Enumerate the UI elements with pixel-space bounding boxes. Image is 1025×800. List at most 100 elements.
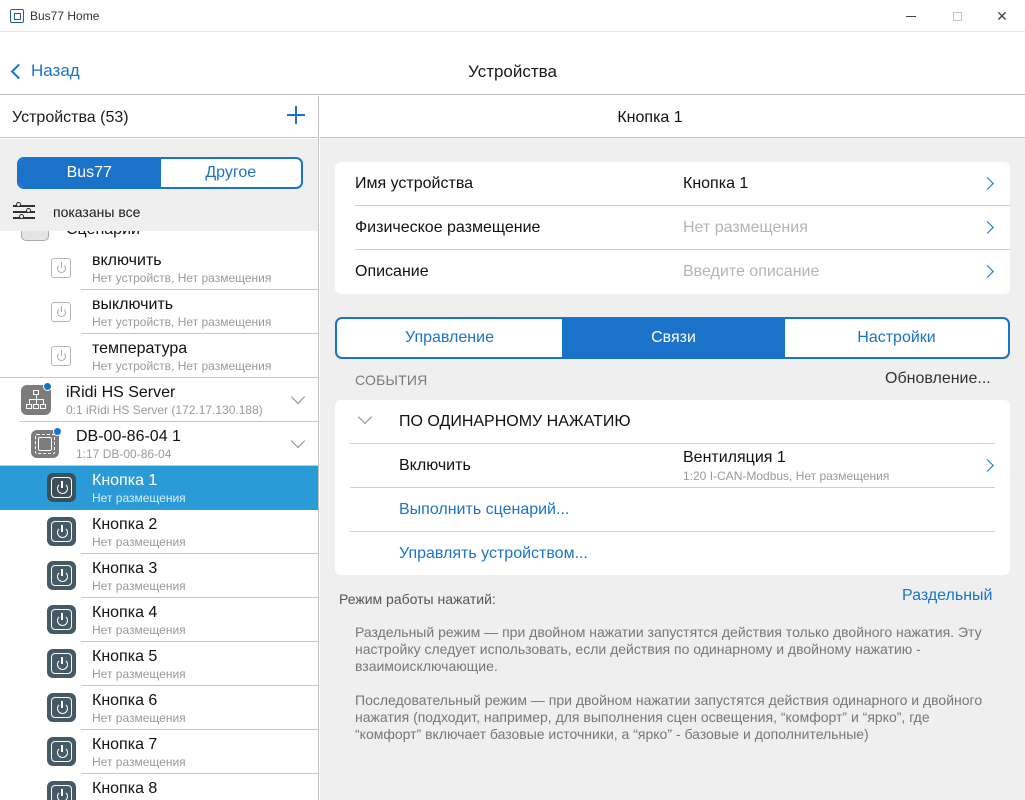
power-icon [51,302,71,322]
list-item[interactable]: температура Нет устройств, Нет размещени… [0,334,318,378]
property-value: Кнопка 1 [683,175,749,192]
sliders-icon [13,202,35,221]
events-card: ПО ОДИНАРНОМУ НАЖАТИЮ Включить Вентиляци… [335,400,1010,575]
power-icon [47,561,76,590]
power-icon [47,737,76,766]
chevron-right-icon [981,459,994,472]
list-item-button-2[interactable]: Кнопка 2 Нет размещения [0,510,318,554]
close-button[interactable]: ✕ [979,0,1025,32]
list-item-subtitle: Нет размещения [92,755,186,769]
device-detail-panel: Кнопка 1 Имя устройства Кнопка 1 Физичес… [320,96,1025,800]
run-scenario-link[interactable]: Выполнить сценарий... [350,488,1010,532]
list-item[interactable]: выключить Нет устройств, Нет размещения [0,290,318,334]
chevron-right-icon [981,221,994,234]
close-icon: ✕ [996,7,1008,24]
control-device-link[interactable]: Управлять устройством... [350,532,1010,576]
list-item-button-6[interactable]: Кнопка 6 Нет размещения [0,686,318,730]
list-item-title: Кнопка 3 [92,560,158,577]
property-row-description[interactable]: Описание Введите описание [335,250,1010,294]
list-item-subtitle: Нет устройств, Нет размещения [92,359,272,373]
mode-description-sequential: Последовательный режим — при двойном наж… [355,692,983,742]
list-item-button-3[interactable]: Кнопка 3 Нет размещения [0,554,318,598]
power-icon [47,781,76,800]
power-icon [47,605,76,634]
list-item-title: iRidi HS Server [66,384,176,401]
list-item-subtitle: Нет размещения [92,711,186,725]
tab-control[interactable]: Управление [337,319,562,357]
list-item-button-7[interactable]: Кнопка 7 Нет размещения [0,730,318,774]
list-item-title: Кнопка 2 [92,516,158,533]
minimize-button[interactable] [888,0,934,32]
list-item-subtitle: Нет размещения [92,623,186,637]
scenarios-icon [21,231,49,241]
power-icon [47,517,76,546]
source-segmented-control: Bus77 Другое [17,157,303,189]
list-item-subtitle: Нет размещения [92,667,186,681]
event-group-single-press[interactable]: ПО ОДИНАРНОМУ НАЖАТИЮ [350,400,1010,444]
press-mode-label: Режим работы нажатий: [339,591,496,607]
property-key: Физическое размещение [355,219,541,236]
list-item-title: Кнопка 5 [92,648,158,665]
property-row-location[interactable]: Физическое размещение Нет размещения [335,206,1010,250]
list-item-title: Кнопка 4 [92,604,158,621]
detail-header: Кнопка 1 [320,96,1025,138]
press-mode-value[interactable]: Раздельный [902,587,993,605]
events-section-title: СОБЫТИЯ [355,372,428,388]
power-icon [51,346,71,366]
chevron-down-icon [357,409,373,425]
list-item-subtitle: Нет размещения [92,535,186,549]
list-item-button-1[interactable]: Кнопка 1 Нет размещения [0,466,318,510]
detail-tabs: Управление Связи Настройки [335,317,1010,359]
maximize-icon [952,11,962,21]
event-action-row[interactable]: Включить Вентиляция 1 1:20 I-CAN-Modbus,… [350,444,1010,488]
chevron-right-icon [981,177,994,190]
segment-bus77[interactable]: Bus77 [19,159,160,187]
tab-settings[interactable]: Настройки [784,319,1008,357]
app-icon [10,9,24,23]
event-action-label: Включить [399,457,471,474]
property-row-name[interactable]: Имя устройства Кнопка 1 [335,162,1010,206]
device-list-panel: Устройства (53) Bus77 Другое показаны вс… [0,96,319,800]
properties-card: Имя устройства Кнопка 1 Физическое разме… [335,162,1010,294]
list-item-title: DB-00-86-04 1 [76,428,181,445]
list-item-button-4[interactable]: Кнопка 4 Нет размещения [0,598,318,642]
status-dot [53,427,62,436]
list-item-scenarios-group[interactable]: Сценарии [0,231,318,245]
list-item-title: Кнопка 8 [92,780,158,797]
property-key: Имя устройства [355,175,474,192]
tab-links[interactable]: Связи [562,319,784,357]
list-item-button-5[interactable]: Кнопка 5 Нет размещения [0,642,318,686]
control-device-label: Управлять устройством... [399,545,588,562]
list-item-subtitle: Нет размещения [92,491,186,505]
add-device-button[interactable] [287,104,305,124]
list-item-subtitle: Нет устройств, Нет размещения [92,271,272,285]
list-item-button-8[interactable]: Кнопка 8 [0,774,318,800]
filter-button[interactable]: показаны все [13,202,141,221]
list-item-title: выключить [92,296,174,313]
chevron-down-icon[interactable] [290,389,306,405]
filter-status: показаны все [53,204,141,220]
list-item-subtitle: 0:1 iRidi HS Server (172.17.130.188) [66,403,263,417]
maximize-button[interactable] [934,0,980,32]
list-item-module[interactable]: DB-00-86-04 1 1:17 DB-00-86-04 [0,422,318,466]
segment-other[interactable]: Другое [159,159,302,187]
power-icon [47,649,76,678]
power-icon [47,473,76,502]
mode-description-separate: Раздельный режим — при двойном нажатии з… [355,624,982,674]
run-scenario-label: Выполнить сценарий... [399,501,570,518]
list-item-subtitle: Нет размещения [92,579,186,593]
list-item-subtitle: Нет устройств, Нет размещения [92,315,272,329]
event-target-title: Вентиляция 1 [683,449,786,466]
list-item-title: Сценарии [66,231,140,239]
power-icon [47,693,76,722]
page-title: Устройства [468,62,557,81]
events-refresh-status: Обновление... [885,370,991,387]
list-item[interactable]: включить Нет устройств, Нет размещения [0,246,318,290]
list-item-server[interactable]: iRidi HS Server 0:1 iRidi HS Server (172… [0,378,318,422]
detail-title: Кнопка 1 [617,109,683,126]
chevron-down-icon[interactable] [290,433,306,449]
event-target-subtitle: 1:20 I-CAN-Modbus, Нет размещения [683,469,890,483]
chevron-right-icon [981,265,994,278]
event-group-title: ПО ОДИНАРНОМУ НАЖАТИЮ [399,413,631,430]
power-icon [51,258,71,278]
